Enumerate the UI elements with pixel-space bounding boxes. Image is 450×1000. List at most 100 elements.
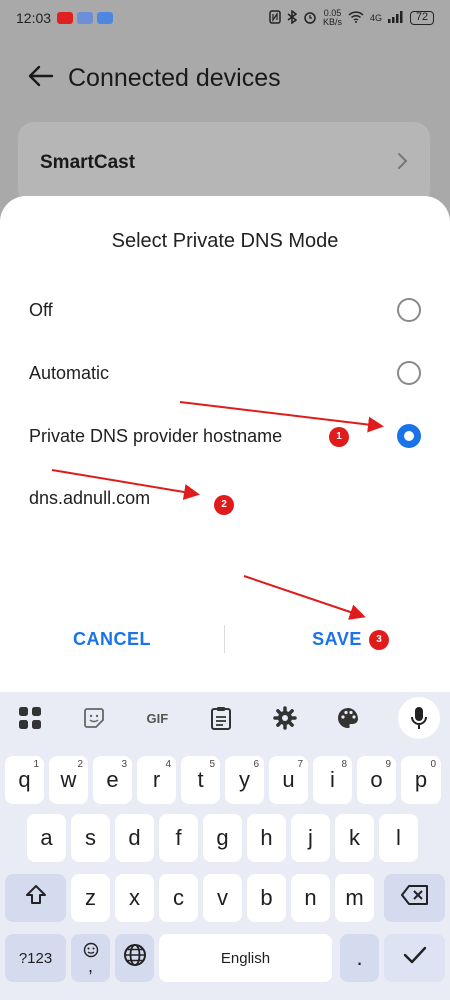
signal-icon	[388, 10, 404, 26]
key-s[interactable]: s	[71, 814, 110, 862]
key-y[interactable]: y6	[225, 756, 264, 804]
emoji-comma-key[interactable]: ,	[71, 934, 110, 982]
key-u-char: u	[282, 767, 295, 792]
key-y-hint: 6	[253, 759, 259, 770]
annotation-badge-1: 1	[329, 427, 349, 447]
key-z[interactable]: z	[71, 874, 110, 922]
key-t-hint: 5	[209, 759, 215, 770]
key-v[interactable]: v	[203, 874, 242, 922]
smartcast-label: SmartCast	[40, 152, 136, 173]
nfc-icon	[269, 9, 281, 27]
wifi-icon	[348, 10, 364, 26]
key-k[interactable]: k	[335, 814, 374, 862]
key-e-hint: 3	[121, 759, 127, 770]
palette-icon[interactable]	[334, 704, 362, 732]
key-n[interactable]: n	[291, 874, 330, 922]
key-f[interactable]: f	[159, 814, 198, 862]
key-o[interactable]: o9	[357, 756, 396, 804]
page-title: Connected devices	[68, 63, 281, 92]
key-x[interactable]: x	[115, 874, 154, 922]
symbols-key[interactable]: ?123	[5, 934, 66, 982]
key-j[interactable]: j	[291, 814, 330, 862]
key-l[interactable]: l	[379, 814, 418, 862]
key-u[interactable]: u7	[269, 756, 308, 804]
key-g[interactable]: g	[203, 814, 242, 862]
key-o-char: o	[370, 767, 383, 792]
key-e[interactable]: e3	[93, 756, 132, 804]
key-t[interactable]: t5	[181, 756, 220, 804]
option-off[interactable]: Off	[29, 290, 421, 330]
key-d[interactable]: d	[115, 814, 154, 862]
key-i-hint: 8	[341, 759, 347, 770]
option-automatic-radio[interactable]	[397, 361, 421, 385]
gif-button[interactable]: GIF	[143, 704, 171, 732]
net-speed: 0.05 KB/s	[323, 9, 342, 27]
key-q-char: q	[18, 767, 31, 792]
youtube-notification-icon	[57, 12, 74, 24]
globe-icon	[123, 943, 147, 973]
key-h[interactable]: h	[247, 814, 286, 862]
chevron-right-icon	[396, 152, 408, 175]
key-r-hint: 4	[165, 759, 171, 770]
keyboard-toolbar: GIF	[0, 692, 450, 744]
status-bar: 12:03 0.05 KB/s 4G 72	[0, 0, 450, 36]
save-button[interactable]: SAVE	[225, 629, 449, 650]
key-i-char: i	[330, 767, 335, 792]
private-dns-dialog: Select Private DNS Mode Off Automatic Pr…	[0, 196, 450, 692]
hostname-input[interactable]: dns.adnull.com	[29, 488, 150, 509]
key-p[interactable]: p0	[401, 756, 441, 804]
clipboard-icon[interactable]	[207, 704, 235, 732]
apps-grid-icon[interactable]	[16, 704, 44, 732]
key-b[interactable]: b	[247, 874, 286, 922]
keyboard-row-2: a s d f g h j k l	[0, 814, 450, 862]
on-screen-keyboard: GIF q1 w2 e3 r4 t5 y6 u7 i8 o9 p0 a s d …	[0, 692, 450, 1000]
period-key[interactable]: .	[340, 934, 379, 982]
key-m[interactable]: m	[335, 874, 374, 922]
app-header: Connected devices	[0, 50, 450, 106]
annotation-badge-3: 3	[369, 630, 389, 650]
key-t-char: t	[197, 767, 204, 792]
keyboard-row-3: z x c v b n m	[0, 874, 450, 922]
sticker-icon[interactable]	[80, 704, 108, 732]
keyboard-row-1: q1 w2 e3 r4 t5 y6 u7 i8 o9 p0	[0, 756, 450, 804]
option-provider-hostname-radio[interactable]	[397, 424, 421, 448]
option-off-radio[interactable]	[397, 298, 421, 322]
language-key[interactable]	[115, 934, 154, 982]
shift-icon	[25, 884, 47, 912]
annotation-badge-2: 2	[214, 495, 234, 515]
shift-key[interactable]	[5, 874, 66, 922]
cancel-button[interactable]: CANCEL	[0, 629, 224, 650]
option-automatic[interactable]: Automatic	[29, 353, 421, 393]
key-p-char: p	[414, 767, 428, 792]
key-c[interactable]: c	[159, 874, 198, 922]
settings-gear-icon[interactable]	[271, 704, 299, 732]
checkmark-icon	[403, 945, 427, 971]
comma-label: ,	[87, 956, 93, 976]
key-q[interactable]: q1	[5, 756, 44, 804]
status-time: 12:03	[16, 10, 52, 26]
smartcast-list-item[interactable]: SmartCast	[18, 122, 430, 206]
option-provider-hostname-label: Private DNS provider hostname	[29, 425, 283, 446]
key-p-hint: 0	[430, 759, 436, 770]
enter-key[interactable]	[384, 934, 445, 982]
alarm-icon	[303, 10, 317, 27]
space-key[interactable]: English	[159, 934, 332, 982]
backspace-icon	[400, 885, 429, 911]
key-w[interactable]: w2	[49, 756, 88, 804]
option-provider-hostname[interactable]: Private DNS provider hostname	[29, 416, 421, 456]
key-y-char: y	[239, 767, 250, 792]
key-e-char: e	[106, 767, 119, 792]
key-i[interactable]: i8	[313, 756, 352, 804]
dialog-title: Select Private DNS Mode	[111, 230, 339, 252]
key-a[interactable]: a	[27, 814, 66, 862]
mic-icon[interactable]	[397, 697, 440, 739]
key-u-hint: 7	[297, 759, 303, 770]
bluetooth-icon	[287, 9, 298, 27]
key-r[interactable]: r4	[137, 756, 176, 804]
key-w-char: w	[60, 767, 77, 792]
backspace-key[interactable]	[384, 874, 445, 922]
key-q-hint: 1	[33, 759, 39, 770]
key-o-hint: 9	[385, 759, 391, 770]
back-arrow-icon[interactable]	[28, 65, 54, 92]
gmail-notification-icon	[77, 12, 94, 24]
